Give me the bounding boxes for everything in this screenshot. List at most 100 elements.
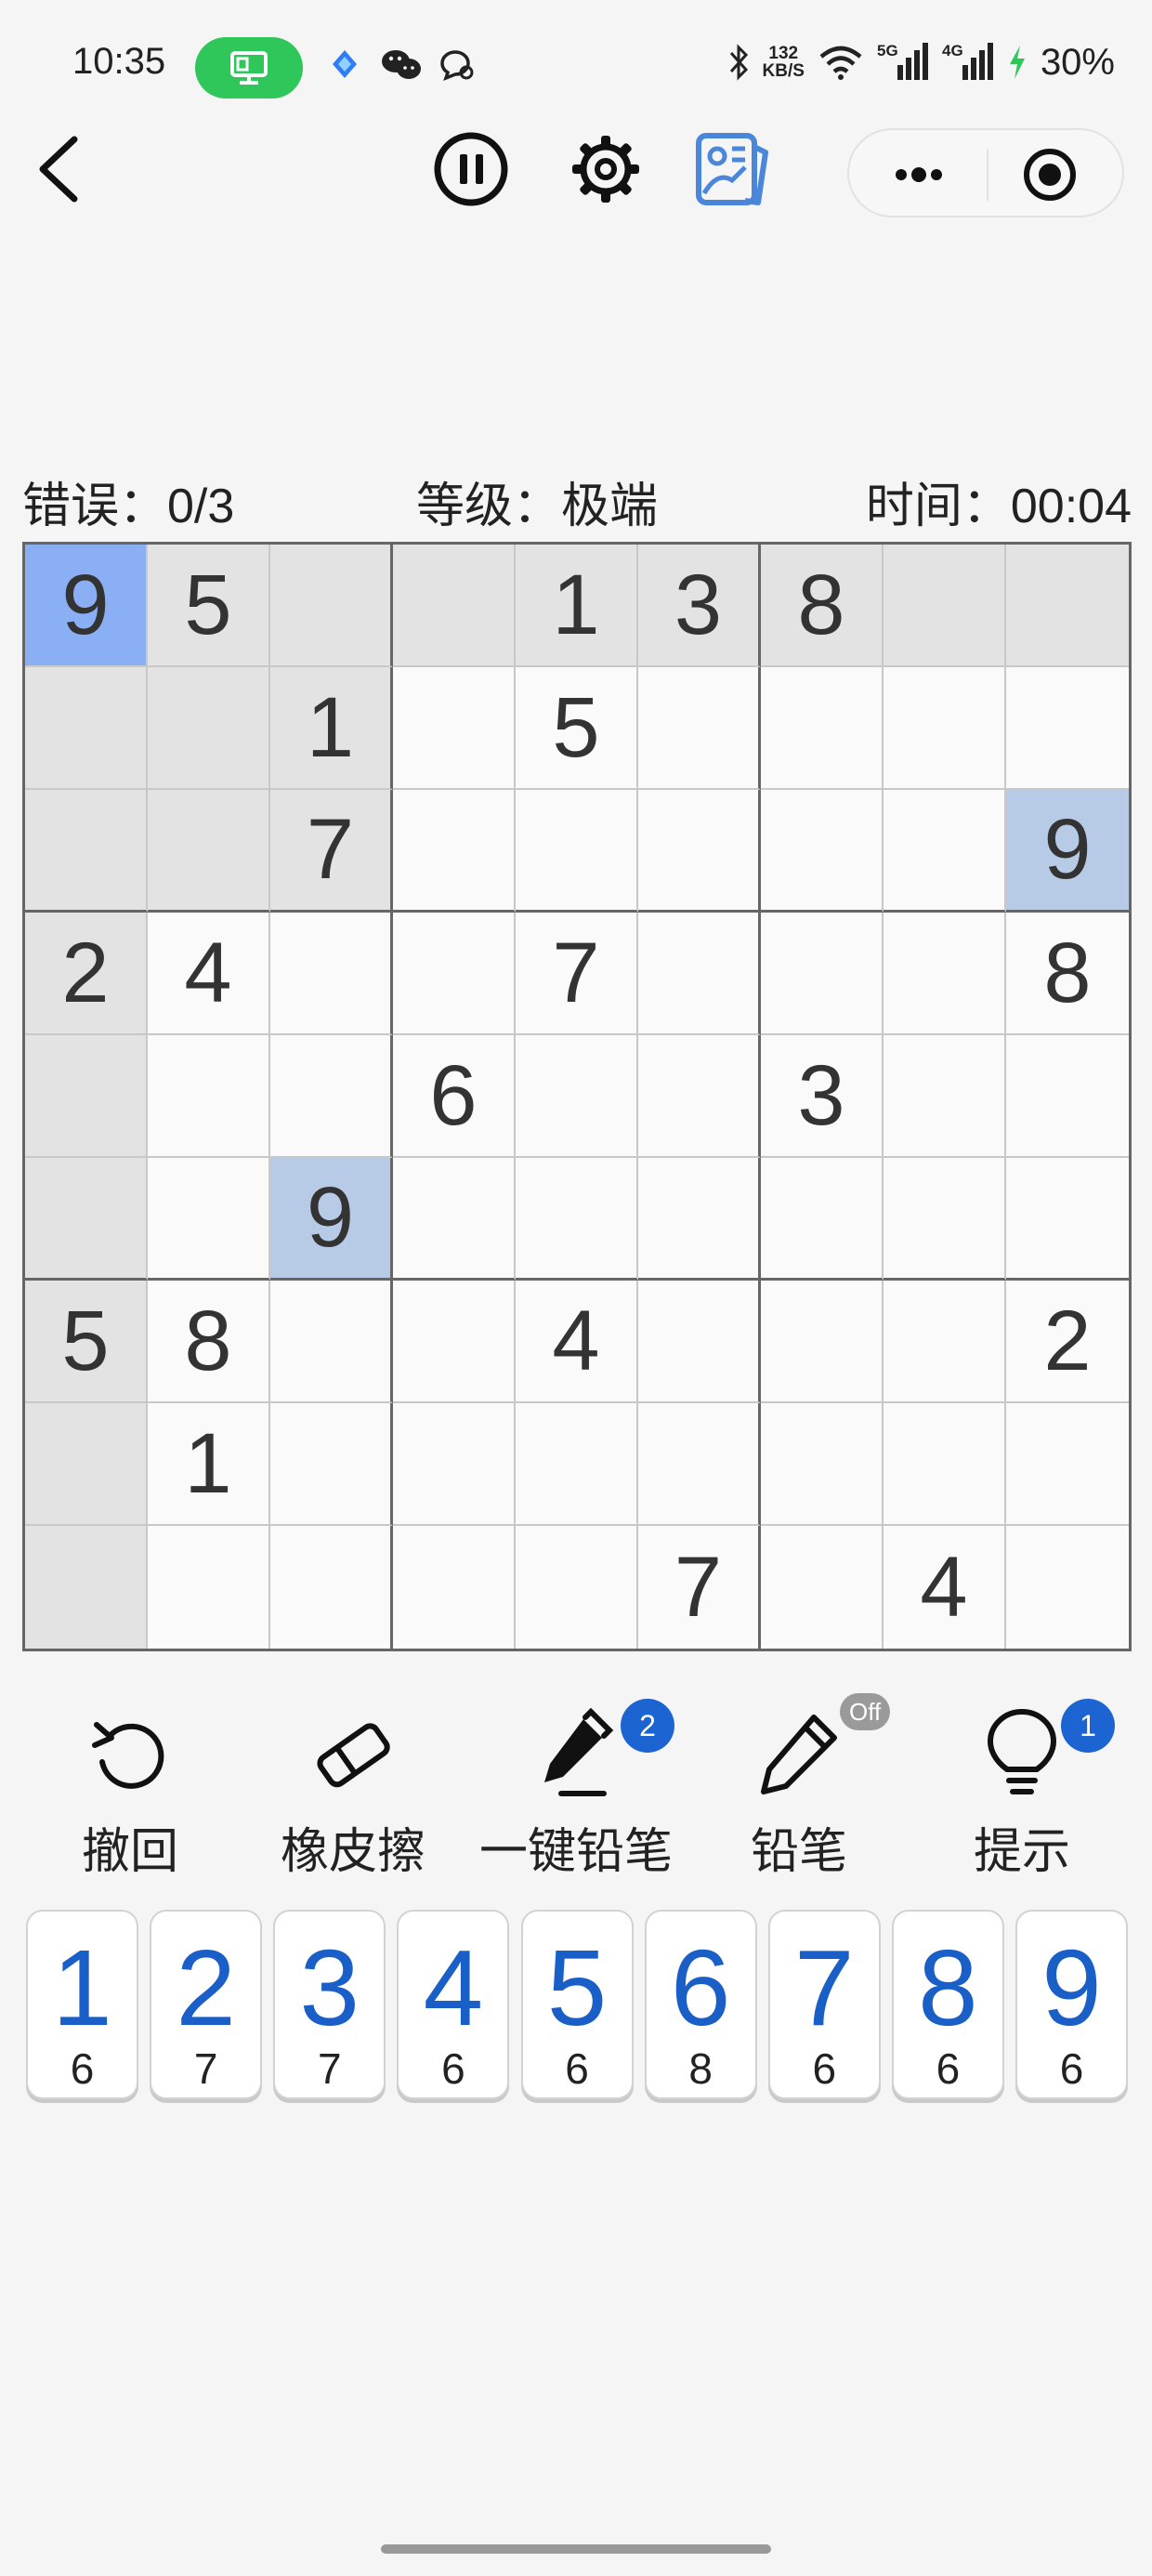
- theme-button[interactable]: [691, 128, 773, 210]
- sudoku-cell-r1c5[interactable]: 1: [516, 545, 638, 667]
- sudoku-cell-r5c1[interactable]: [25, 1035, 148, 1158]
- sudoku-cell-r5c5[interactable]: [516, 1035, 638, 1158]
- number-key-2[interactable]: 27: [150, 1910, 263, 2099]
- sudoku-cell-r8c9[interactable]: [1006, 1403, 1129, 1526]
- close-miniprogram-button[interactable]: [1020, 145, 1080, 204]
- sudoku-cell-r6c4[interactable]: [393, 1158, 516, 1281]
- sudoku-cell-r7c4[interactable]: [393, 1281, 516, 1403]
- sudoku-cell-r6c2[interactable]: [148, 1158, 270, 1281]
- sudoku-cell-r4c9[interactable]: 8: [1006, 913, 1129, 1035]
- sudoku-cell-r5c2[interactable]: [148, 1035, 270, 1158]
- sudoku-cell-r6c3[interactable]: 9: [270, 1158, 393, 1281]
- sudoku-cell-r3c5[interactable]: [516, 790, 638, 913]
- number-key-9[interactable]: 96: [1015, 1910, 1128, 2099]
- sudoku-cell-r7c9[interactable]: 2: [1006, 1281, 1129, 1403]
- sudoku-cell-r8c2[interactable]: 1: [148, 1403, 270, 1526]
- sudoku-cell-r5c4[interactable]: 6: [393, 1035, 516, 1158]
- sudoku-cell-r5c9[interactable]: [1006, 1035, 1129, 1158]
- sudoku-cell-r1c1[interactable]: 9: [25, 545, 148, 667]
- sudoku-cell-r7c8[interactable]: [884, 1281, 1006, 1403]
- sudoku-cell-r2c6[interactable]: [638, 667, 761, 790]
- sudoku-cell-r8c1[interactable]: [25, 1403, 148, 1526]
- sudoku-cell-r2c8[interactable]: [884, 667, 1006, 790]
- sudoku-cell-r3c8[interactable]: [884, 790, 1006, 913]
- undo-button[interactable]: 撤回: [28, 1708, 232, 1879]
- sudoku-cell-r9c4[interactable]: [393, 1526, 516, 1649]
- number-key-5[interactable]: 56: [520, 1910, 634, 2099]
- sudoku-cell-r1c8[interactable]: [884, 545, 1006, 667]
- sudoku-cell-r4c3[interactable]: [270, 913, 393, 1035]
- sudoku-cell-r3c4[interactable]: [393, 790, 516, 913]
- auto-pencil-button[interactable]: 2 一键铅笔: [474, 1699, 678, 1879]
- sudoku-cell-r2c1[interactable]: [25, 667, 148, 790]
- sudoku-cell-r4c5[interactable]: 7: [516, 913, 638, 1035]
- sudoku-cell-r6c6[interactable]: [638, 1158, 761, 1281]
- sudoku-cell-r7c3[interactable]: [270, 1281, 393, 1403]
- sudoku-cell-r7c1[interactable]: 5: [25, 1281, 148, 1403]
- hint-button[interactable]: 1 提示: [920, 1699, 1124, 1879]
- sudoku-cell-r9c8[interactable]: 4: [884, 1526, 1006, 1649]
- sudoku-cell-r6c7[interactable]: [761, 1158, 884, 1281]
- sudoku-cell-r5c8[interactable]: [884, 1035, 1006, 1158]
- sudoku-cell-r7c7[interactable]: [761, 1281, 884, 1403]
- sudoku-cell-r9c2[interactable]: [148, 1526, 270, 1649]
- sudoku-cell-r8c8[interactable]: [884, 1403, 1006, 1526]
- sudoku-cell-r2c3[interactable]: 1: [270, 667, 393, 790]
- number-key-3[interactable]: 37: [273, 1910, 386, 2099]
- screen-cast-pill[interactable]: [195, 37, 303, 99]
- pause-button[interactable]: [430, 128, 512, 210]
- sudoku-cell-r6c9[interactable]: [1006, 1158, 1129, 1281]
- sudoku-cell-r9c6[interactable]: 7: [638, 1526, 761, 1649]
- sudoku-cell-r5c7[interactable]: 3: [761, 1035, 884, 1158]
- sudoku-cell-r8c4[interactable]: [393, 1403, 516, 1526]
- sudoku-cell-r1c3[interactable]: [270, 545, 393, 667]
- sudoku-cell-r3c3[interactable]: 7: [270, 790, 393, 913]
- sudoku-cell-r5c3[interactable]: [270, 1035, 393, 1158]
- sudoku-cell-r3c6[interactable]: [638, 790, 761, 913]
- number-key-4[interactable]: 46: [397, 1910, 510, 2099]
- sudoku-cell-r2c7[interactable]: [761, 667, 884, 790]
- sudoku-cell-r1c7[interactable]: 8: [761, 545, 884, 667]
- sudoku-cell-r8c6[interactable]: [638, 1403, 761, 1526]
- sudoku-cell-r3c1[interactable]: [25, 790, 148, 913]
- sudoku-cell-r9c3[interactable]: [270, 1526, 393, 1649]
- pencil-button[interactable]: Off 铅笔: [697, 1693, 901, 1879]
- home-indicator[interactable]: [381, 2544, 771, 2554]
- sudoku-cell-r7c2[interactable]: 8: [148, 1281, 270, 1403]
- sudoku-cell-r3c7[interactable]: [761, 790, 884, 913]
- number-key-1[interactable]: 16: [26, 1910, 138, 2099]
- sudoku-cell-r4c4[interactable]: [393, 913, 516, 1035]
- sudoku-cell-r4c2[interactable]: 4: [148, 913, 270, 1035]
- sudoku-cell-r6c5[interactable]: [516, 1158, 638, 1281]
- sudoku-cell-r6c8[interactable]: [884, 1158, 1006, 1281]
- sudoku-cell-r2c9[interactable]: [1006, 667, 1129, 790]
- sudoku-cell-r1c9[interactable]: [1006, 545, 1129, 667]
- more-button[interactable]: [877, 147, 961, 203]
- sudoku-cell-r9c1[interactable]: [25, 1526, 148, 1649]
- sudoku-cell-r4c6[interactable]: [638, 913, 761, 1035]
- number-key-7[interactable]: 76: [767, 1910, 881, 2099]
- sudoku-cell-r1c4[interactable]: [393, 545, 516, 667]
- sudoku-cell-r8c7[interactable]: [761, 1403, 884, 1526]
- number-key-8[interactable]: 86: [891, 1910, 1004, 2099]
- sudoku-cell-r3c9[interactable]: 9: [1006, 790, 1129, 913]
- sudoku-cell-r9c5[interactable]: [516, 1526, 638, 1649]
- sudoku-cell-r2c4[interactable]: [393, 667, 516, 790]
- sudoku-cell-r8c5[interactable]: [516, 1403, 638, 1526]
- sudoku-cell-r5c6[interactable]: [638, 1035, 761, 1158]
- sudoku-cell-r3c2[interactable]: [148, 790, 270, 913]
- sudoku-cell-r2c2[interactable]: [148, 667, 270, 790]
- sudoku-cell-r4c8[interactable]: [884, 913, 1006, 1035]
- sudoku-cell-r2c5[interactable]: 5: [516, 667, 638, 790]
- sudoku-cell-r6c1[interactable]: [25, 1158, 148, 1281]
- sudoku-cell-r4c1[interactable]: 2: [25, 913, 148, 1035]
- sudoku-cell-r9c9[interactable]: [1006, 1526, 1129, 1649]
- sudoku-cell-r4c7[interactable]: [761, 913, 884, 1035]
- settings-button[interactable]: [565, 128, 647, 210]
- eraser-button[interactable]: 橡皮擦: [251, 1708, 455, 1879]
- sudoku-cell-r8c3[interactable]: [270, 1403, 393, 1526]
- sudoku-cell-r9c7[interactable]: [761, 1526, 884, 1649]
- sudoku-cell-r7c5[interactable]: 4: [516, 1281, 638, 1403]
- sudoku-cell-r1c2[interactable]: 5: [148, 545, 270, 667]
- number-key-6[interactable]: 68: [644, 1910, 757, 2099]
